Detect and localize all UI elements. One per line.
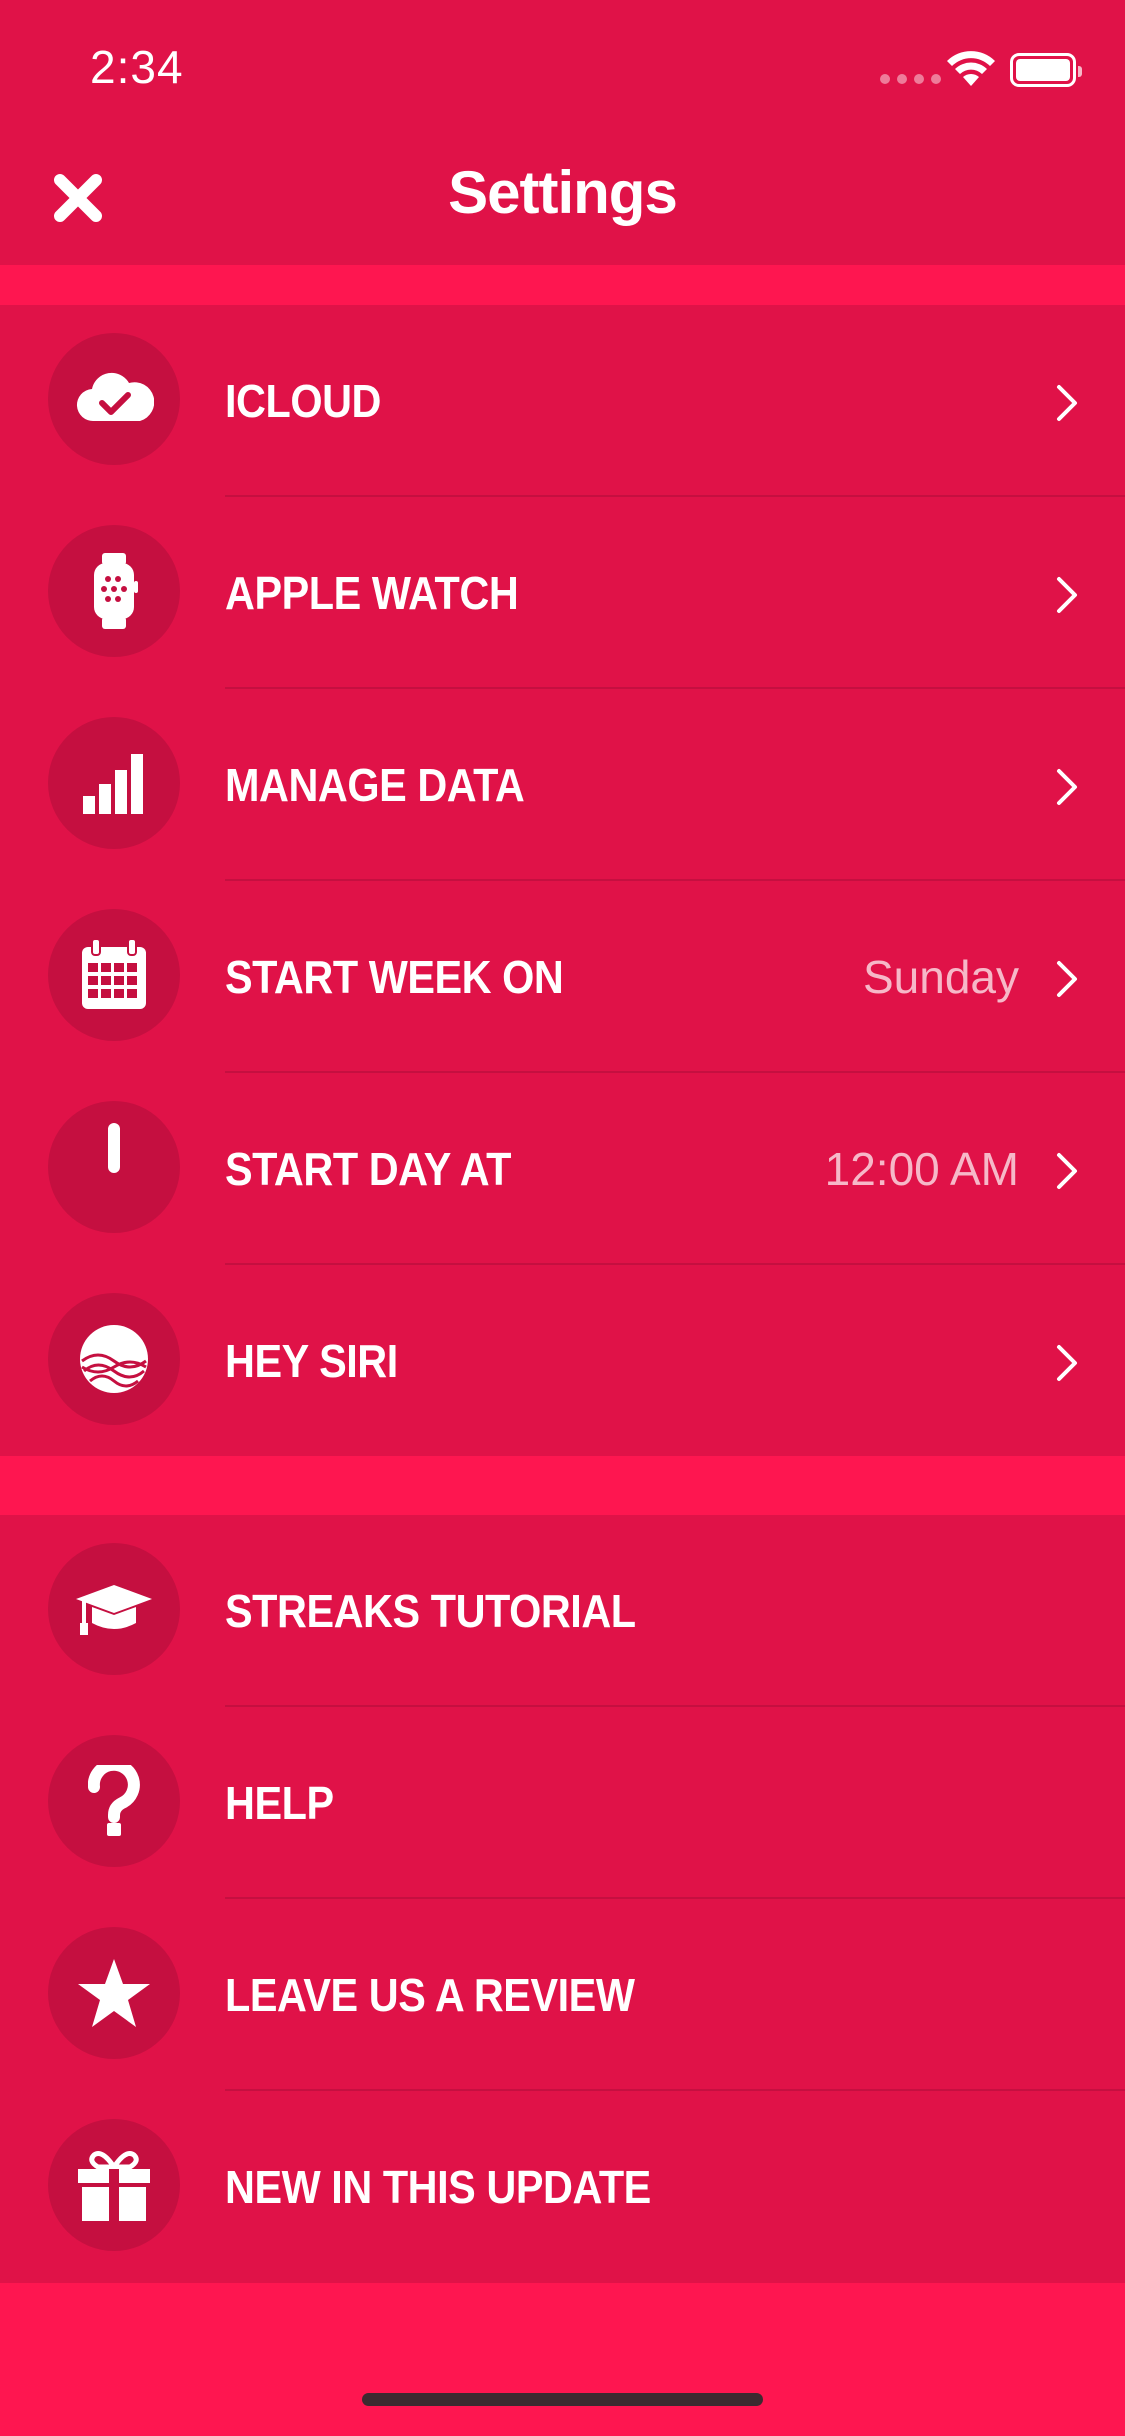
chevron-right-icon	[1057, 769, 1077, 805]
question-mark-icon	[48, 1735, 180, 1867]
bar-chart-icon	[48, 717, 180, 849]
settings-row-label: LEAVE US A REVIEW	[225, 1969, 635, 2021]
settings-row-value: 12:00 AM	[824, 1143, 1019, 1195]
settings-section-primary: ICLOUD APPLE WATCH MANAGE DATA START WEE…	[0, 305, 1125, 1456]
settings-row-apple-watch[interactable]: APPLE WATCH	[0, 497, 1125, 689]
gift-icon	[48, 2119, 180, 2251]
settings-row-hey-siri[interactable]: HEY SIRI	[0, 1265, 1125, 1457]
status-time: 2:34	[90, 41, 184, 93]
section-gap	[0, 265, 1125, 305]
star-icon	[48, 1927, 180, 2059]
settings-row-value: Sunday	[862, 951, 1019, 1003]
settings-row-label: START WEEK ON	[225, 951, 564, 1003]
clock-icon	[48, 1101, 180, 1233]
settings-section-secondary: STREAKS TUTORIAL HELP LEAVE US A REVIEW	[0, 1515, 1125, 2283]
wifi-icon	[947, 51, 995, 86]
page-title: Settings	[448, 159, 678, 226]
calendar-icon	[48, 909, 180, 1041]
settings-row-label: START DAY AT	[225, 1143, 511, 1195]
settings-row-start-week-on[interactable]: START WEEK ON Sunday	[0, 881, 1125, 1073]
icloud-icon	[48, 333, 180, 465]
settings-row-streaks-tutorial[interactable]: STREAKS TUTORIAL	[0, 1515, 1125, 1707]
cellular-signal-icon	[880, 74, 941, 84]
siri-icon	[48, 1293, 180, 1425]
home-indicator[interactable]	[362, 2393, 763, 2406]
settings-row-label: HEY SIRI	[225, 1335, 398, 1387]
status-bar: 2:34	[0, 0, 1125, 130]
settings-row-label: STREAKS TUTORIAL	[225, 1585, 636, 1637]
settings-row-help[interactable]: HELP	[0, 1707, 1125, 1899]
apple-watch-icon	[48, 525, 180, 657]
settings-row-label: MANAGE DATA	[225, 759, 525, 811]
settings-row-manage-data[interactable]: MANAGE DATA	[0, 689, 1125, 881]
settings-row-label: HELP	[225, 1777, 334, 1829]
settings-row-label: ICLOUD	[225, 375, 381, 427]
settings-row-new-in-update[interactable]: NEW IN THIS UPDATE	[0, 2091, 1125, 2283]
settings-row-leave-review[interactable]: LEAVE US A REVIEW	[0, 1899, 1125, 2091]
settings-row-label: NEW IN THIS UPDATE	[225, 2161, 651, 2213]
settings-row-start-day-at[interactable]: START DAY AT 12:00 AM	[0, 1073, 1125, 1265]
chevron-right-icon	[1057, 1153, 1077, 1189]
chevron-right-icon	[1057, 577, 1077, 613]
chevron-right-icon	[1057, 961, 1077, 997]
chevron-right-icon	[1057, 1345, 1077, 1381]
graduation-cap-icon	[48, 1543, 180, 1675]
settings-row-label: APPLE WATCH	[225, 567, 519, 619]
battery-icon	[1010, 53, 1082, 87]
navigation-bar: Settings	[0, 130, 1125, 265]
chevron-right-icon	[1057, 385, 1077, 421]
settings-row-icloud[interactable]: ICLOUD	[0, 305, 1125, 497]
